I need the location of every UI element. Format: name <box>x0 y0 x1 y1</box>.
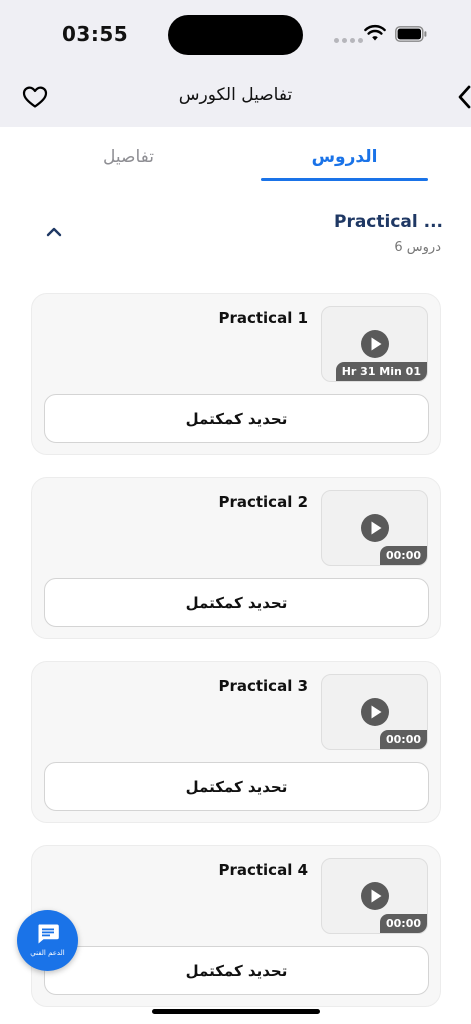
chat-icon <box>38 924 59 944</box>
lesson-card[interactable]: Practical 3 00:00 تحديد كمكتمل <box>31 661 441 823</box>
lesson-title: Practical 4 <box>218 861 308 879</box>
status-time: 03:55 <box>62 22 129 46</box>
video-thumbnail[interactable]: 00:00 <box>321 674 428 750</box>
mark-complete-button[interactable]: تحديد كمكتمل <box>44 394 429 443</box>
video-thumbnail[interactable]: 00:00 <box>321 490 428 566</box>
tab-active-indicator <box>261 178 428 181</box>
top-area: 03:55 تفاصيل الكورس <box>0 0 471 127</box>
tab-bar: الدروس تفاصيل <box>0 127 471 187</box>
tab-lessons[interactable]: الدروس <box>261 147 428 167</box>
duration-badge: 00:00 <box>379 730 427 749</box>
tab-details[interactable]: تفاصيل <box>45 147 212 167</box>
section-title: Practical ... <box>333 212 443 232</box>
lesson-title: Practical 1 <box>218 309 308 327</box>
lesson-card[interactable]: Practical 1 Hr 31 Min 01 تحديد كمكتمل <box>31 293 441 455</box>
section-header[interactable]: Practical ... 6 دروس <box>0 205 471 265</box>
status-bar: 03:55 <box>0 0 471 70</box>
chevron-up-icon[interactable] <box>44 225 64 239</box>
wifi-icon <box>364 24 386 41</box>
video-thumbnail[interactable]: 00:00 <box>321 858 428 934</box>
play-icon[interactable] <box>360 513 390 543</box>
play-icon[interactable] <box>360 697 390 727</box>
duration-badge: Hr 31 Min 01 <box>335 362 427 381</box>
mark-complete-button[interactable]: تحديد كمكتمل <box>44 578 429 627</box>
lesson-card[interactable]: Practical 4 00:00 تحديد كمكتمل <box>31 845 441 1007</box>
support-chat-button[interactable]: الدعم الفني <box>17 910 78 971</box>
signal-icon <box>334 38 363 43</box>
play-icon[interactable] <box>360 881 390 911</box>
mark-complete-button[interactable]: تحديد كمكتمل <box>44 946 429 995</box>
video-thumbnail[interactable]: Hr 31 Min 01 <box>321 306 428 382</box>
lesson-title: Practical 2 <box>218 493 308 511</box>
battery-icon <box>395 26 427 42</box>
support-label: الدعم الفني <box>30 949 65 957</box>
page-title: تفاصيل الكورس <box>178 85 293 105</box>
back-chevron-icon[interactable] <box>456 84 471 110</box>
home-indicator <box>152 1009 320 1014</box>
dynamic-island <box>168 15 303 55</box>
section-lesson-count: 6 دروس <box>394 240 441 255</box>
lesson-card[interactable]: Practical 2 00:00 تحديد كمكتمل <box>31 477 441 639</box>
lesson-title: Practical 3 <box>218 677 308 695</box>
duration-badge: 00:00 <box>379 546 427 565</box>
nav-bar: تفاصيل الكورس <box>0 70 471 127</box>
duration-badge: 00:00 <box>379 914 427 933</box>
mark-complete-button[interactable]: تحديد كمكتمل <box>44 762 429 811</box>
play-icon[interactable] <box>360 329 390 359</box>
